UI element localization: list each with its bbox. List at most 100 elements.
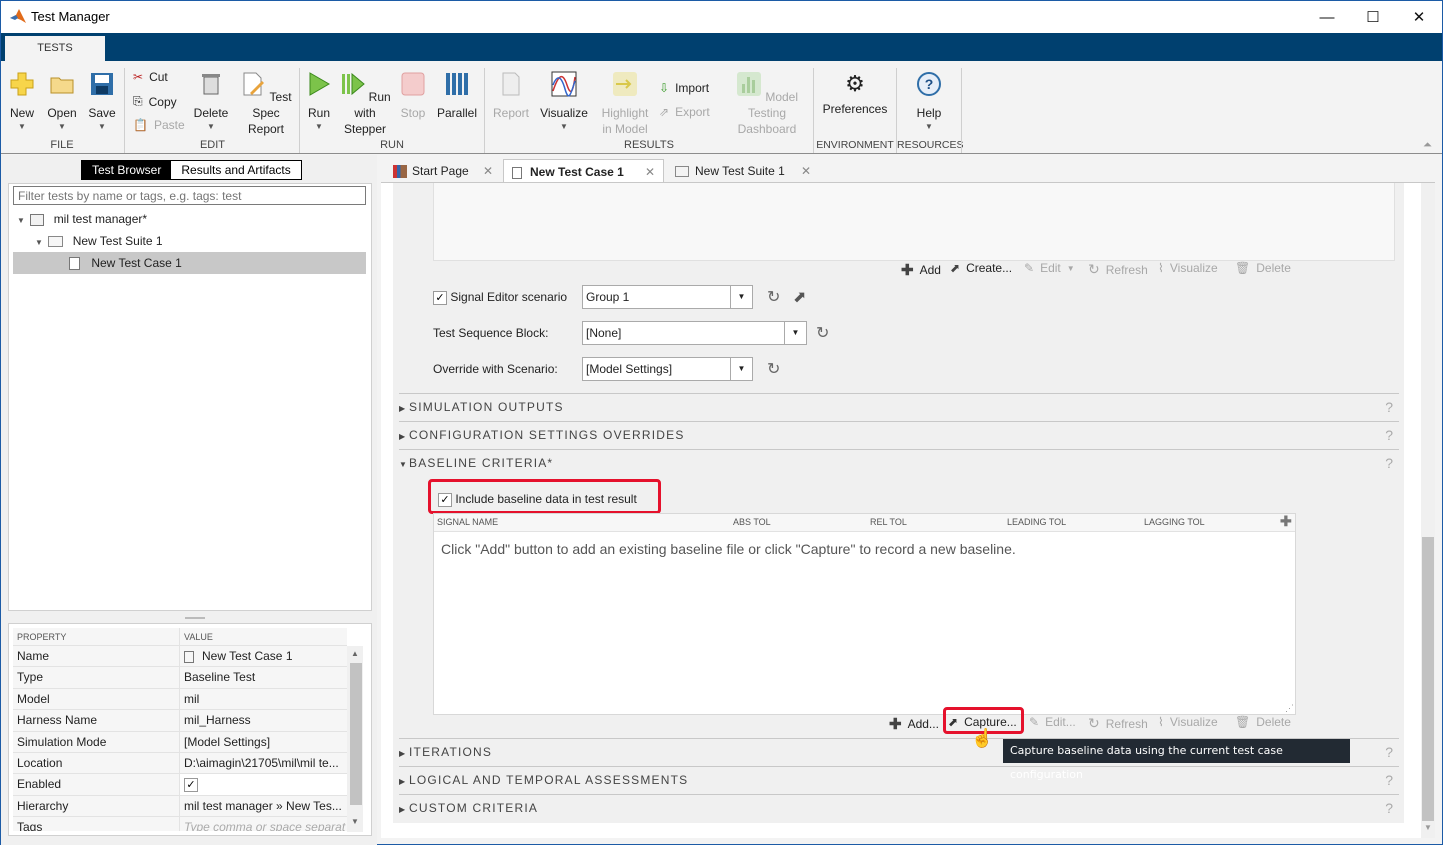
tree-item-test-file[interactable]: ▼ mil test manager* bbox=[13, 208, 366, 230]
inputs-create-button[interactable]: ⬈ Create... bbox=[950, 261, 1012, 275]
import-button[interactable]: ⇩ Import bbox=[659, 81, 709, 95]
model-testing-dashboard-button[interactable]: Model Testing Dashboard bbox=[727, 71, 807, 137]
visualize-button[interactable]: Visualize ▼ bbox=[539, 71, 589, 133]
open-button[interactable]: Open ▼ bbox=[45, 71, 79, 133]
inputs-edit-button[interactable]: ✎ Edit ▼ bbox=[1024, 261, 1075, 275]
inputs-visualize-button[interactable]: ⌇ Visualize bbox=[1158, 261, 1218, 275]
baseline-delete-button[interactable]: 🗑 Delete bbox=[1235, 715, 1291, 729]
help-icon[interactable]: ? bbox=[1385, 795, 1393, 821]
editor-scrollbar-thumb[interactable] bbox=[1422, 537, 1434, 821]
help-icon[interactable]: ? bbox=[1385, 394, 1393, 420]
inputs-refresh-button[interactable]: ↻ Refresh bbox=[1088, 261, 1148, 278]
enabled-checkbox[interactable]: ✓ bbox=[184, 778, 198, 793]
property-row: Name New Test Case 1 bbox=[13, 646, 347, 668]
help-icon[interactable]: ? bbox=[1385, 450, 1393, 476]
scroll-up-icon[interactable]: ▲ bbox=[351, 649, 359, 658]
help-button[interactable]: ? Help ▼ bbox=[911, 71, 947, 133]
chevron-down-icon: ▼ bbox=[1066, 263, 1075, 273]
section-logical-temporal-assessments[interactable]: ▶ LOGICAL AND TEMPORAL ASSESSMENTS? bbox=[399, 766, 1399, 794]
export-button[interactable]: ⇗ Export bbox=[659, 105, 710, 119]
baseline-capture-button[interactable]: ⬈ Capture... bbox=[948, 715, 1017, 729]
maximize-button[interactable]: ☐ bbox=[1350, 1, 1396, 33]
help-icon[interactable]: ? bbox=[1385, 767, 1393, 793]
run-with-stepper-button[interactable]: Run with Stepper bbox=[339, 71, 391, 137]
close-tab-icon[interactable]: ✕ bbox=[483, 159, 493, 183]
inputs-add-button[interactable]: ✚ Add bbox=[901, 261, 941, 279]
expand-triangle-icon[interactable]: ▼ bbox=[17, 210, 27, 232]
baseline-add-button[interactable]: ✚ Add... bbox=[889, 715, 939, 733]
tab-results-and-artifacts[interactable]: Results and Artifacts bbox=[171, 161, 301, 179]
tags-input[interactable]: Type comma or space separat bbox=[180, 817, 347, 831]
refresh-override-icon[interactable]: ↻ bbox=[767, 359, 780, 379]
column-abs-tol[interactable]: ABS TOL bbox=[733, 517, 771, 527]
scroll-down-icon[interactable]: ▼ bbox=[1424, 823, 1432, 832]
collapse-toolstrip-icon[interactable]: ⏶ bbox=[1423, 139, 1432, 152]
filter-tests-input[interactable] bbox=[13, 186, 366, 205]
help-icon[interactable]: ? bbox=[1385, 422, 1393, 448]
document-icon bbox=[512, 166, 522, 179]
signal-editor-scenario-checkbox[interactable]: ✓ Signal Editor scenario bbox=[433, 290, 567, 305]
pencil-icon: ✎ bbox=[1024, 261, 1035, 275]
scroll-down-icon[interactable]: ▼ bbox=[351, 817, 359, 826]
help-icon[interactable]: ? bbox=[1385, 739, 1393, 765]
column-lagging-tol[interactable]: LAGGING TOL bbox=[1144, 517, 1205, 527]
cut-button[interactable]: ✂ Cut bbox=[133, 70, 168, 84]
highlight-in-model-button[interactable]: Highlight in Model bbox=[597, 71, 653, 137]
column-signal-name[interactable]: SIGNAL NAME bbox=[437, 517, 498, 527]
open-signal-editor-icon[interactable]: ⬈ bbox=[793, 287, 806, 307]
close-button[interactable]: ✕ bbox=[1396, 1, 1442, 33]
signal-editor-scenario-select[interactable]: Group 1 ▼ bbox=[582, 285, 753, 309]
test-sequence-block-select[interactable]: [None] ▼ bbox=[582, 321, 807, 345]
property-scrollbar-thumb[interactable] bbox=[350, 663, 362, 805]
expand-triangle-icon[interactable]: ▼ bbox=[35, 232, 45, 254]
expand-triangle-icon: ▶ bbox=[399, 777, 407, 786]
minimize-button[interactable]: — bbox=[1304, 1, 1350, 33]
delete-button[interactable]: Delete ▼ bbox=[191, 71, 231, 133]
close-tab-icon[interactable]: ✕ bbox=[801, 159, 811, 183]
folder-icon bbox=[675, 166, 689, 178]
section-baseline-criteria[interactable]: ▼BASELINE CRITERIA*? bbox=[399, 449, 1399, 477]
svg-text:?: ? bbox=[925, 76, 934, 92]
chevron-down-icon: ▼ bbox=[560, 122, 568, 131]
baseline-visualize-button[interactable]: ⌇ Visualize bbox=[1158, 715, 1218, 729]
override-scenario-select[interactable]: [Model Settings] ▼ bbox=[582, 357, 753, 381]
tree-item-test-suite[interactable]: ▼ New Test Suite 1 bbox=[13, 230, 366, 252]
resize-grip-icon[interactable]: ⋰ bbox=[1285, 703, 1294, 714]
tree-item-test-case[interactable]: New Test Case 1 bbox=[13, 252, 366, 274]
parallel-bars-icon bbox=[446, 73, 468, 95]
new-button[interactable]: New ▼ bbox=[7, 71, 37, 133]
paste-button[interactable]: 📋 Paste bbox=[133, 118, 185, 132]
refresh-scenario-icon[interactable]: ↻ bbox=[767, 287, 780, 307]
close-tab-icon[interactable]: ✕ bbox=[645, 160, 655, 184]
section-custom-criteria[interactable]: ▶ CUSTOM CRITERIA? bbox=[399, 794, 1399, 822]
parallel-button[interactable]: Parallel bbox=[437, 71, 477, 121]
section-configuration-settings-overrides[interactable]: ▶ CONFIGURATION SETTINGS OVERRIDES? bbox=[399, 421, 1399, 449]
preferences-button[interactable]: ⚙ Preferences bbox=[821, 71, 889, 117]
inputs-delete-button[interactable]: 🗑 Delete bbox=[1235, 261, 1291, 275]
refresh-test-sequence-icon[interactable]: ↻ bbox=[816, 323, 829, 343]
property-row: Type Baseline Test bbox=[13, 667, 347, 689]
include-baseline-checkbox[interactable]: ✓ Include baseline data in test result bbox=[438, 492, 637, 507]
section-simulation-outputs[interactable]: ▶ SIMULATION OUTPUTS? bbox=[399, 393, 1399, 421]
baseline-edit-button[interactable]: ✎ Edit... bbox=[1029, 715, 1076, 729]
add-column-plus-icon[interactable]: ✚ bbox=[1280, 513, 1292, 530]
stop-button[interactable]: Stop bbox=[399, 71, 427, 121]
tab-new-test-suite-1[interactable]: New Test Suite 1 ✕ bbox=[667, 159, 819, 183]
close-icon: ✕ bbox=[1412, 9, 1426, 26]
group-label-file: FILE bbox=[50, 139, 74, 151]
tab-test-browser[interactable]: Test Browser bbox=[82, 161, 172, 179]
tab-new-test-case-1[interactable]: New Test Case 1 ✕ bbox=[503, 159, 664, 183]
column-leading-tol[interactable]: LEADING TOL bbox=[1007, 517, 1066, 527]
report-button[interactable]: Report bbox=[491, 71, 531, 121]
ribbon-tab-tests[interactable]: TESTS bbox=[5, 36, 105, 61]
column-rel-tol[interactable]: REL TOL bbox=[870, 517, 907, 527]
save-button[interactable]: Save ▼ bbox=[87, 71, 117, 133]
panel-splitter-handle[interactable] bbox=[185, 617, 205, 619]
tab-start-page[interactable]: Start Page ✕ bbox=[385, 159, 501, 183]
property-row: Simulation Mode [Model Settings] bbox=[13, 731, 347, 753]
run-button[interactable]: Run ▼ bbox=[305, 71, 333, 133]
test-sequence-block-label: Test Sequence Block: bbox=[433, 326, 549, 340]
copy-button[interactable]: ⎘ Copy bbox=[133, 94, 177, 109]
baseline-refresh-button[interactable]: ↻ Refresh bbox=[1088, 715, 1148, 732]
test-spec-report-button[interactable]: Test Spec Report bbox=[239, 71, 293, 137]
